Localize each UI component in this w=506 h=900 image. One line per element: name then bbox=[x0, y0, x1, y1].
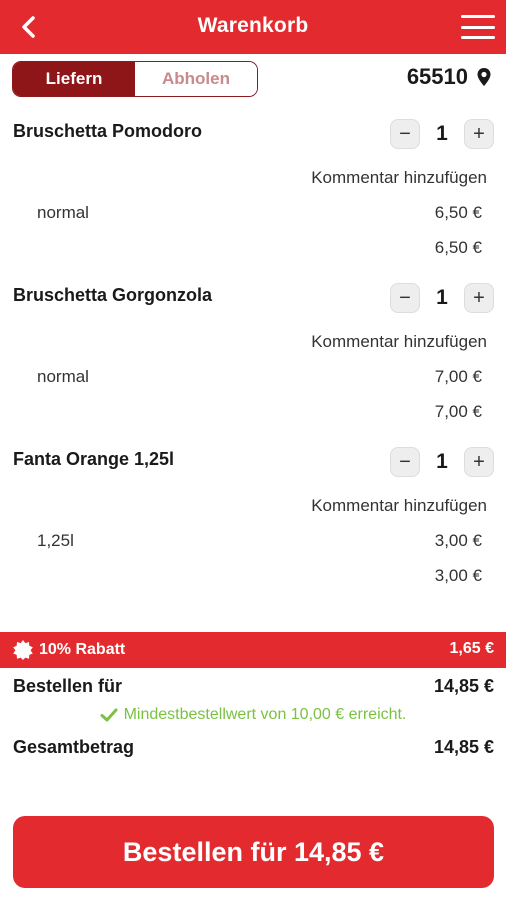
menu-button[interactable] bbox=[460, 12, 496, 42]
increase-quantity-button[interactable]: + bbox=[464, 119, 494, 149]
item-variant: 1,25l bbox=[37, 531, 74, 550]
minimum-order-notice: Mindestbestellwert von 10,00 € erreicht. bbox=[0, 706, 506, 724]
decrease-quantity-button[interactable]: − bbox=[390, 119, 420, 149]
item-total: 3,00 € bbox=[434, 566, 482, 585]
top-app-bar: Warenkorb bbox=[0, 0, 506, 54]
increase-quantity-button[interactable]: + bbox=[464, 283, 494, 313]
item-total: 6,50 € bbox=[434, 238, 482, 257]
item-name: Bruschetta Pomodoro bbox=[13, 121, 203, 141]
quantity-value: 1 bbox=[436, 122, 448, 145]
cart-item: Fanta Orange 1,25l − 1 + Kommentar hinzu… bbox=[0, 447, 506, 599]
discount-bar: 10% Rabatt 1,65 € bbox=[0, 632, 506, 668]
variant-price: 7,00 € bbox=[434, 367, 482, 386]
delivery-option[interactable]: Liefern bbox=[13, 62, 135, 96]
decrease-quantity-button[interactable]: − bbox=[390, 447, 420, 477]
quantity-stepper: − 1 + bbox=[390, 447, 494, 477]
pickup-option[interactable]: Abholen bbox=[135, 62, 257, 96]
add-comment-link[interactable]: Kommentar hinzufügen bbox=[311, 496, 487, 516]
location-pin-icon bbox=[477, 68, 491, 86]
postcode-value: 65510 bbox=[406, 64, 468, 89]
decrease-quantity-button[interactable]: − bbox=[390, 283, 420, 313]
checkmark-icon bbox=[100, 708, 118, 722]
item-name: Fanta Orange 1,25l bbox=[13, 449, 175, 469]
badge-icon bbox=[13, 640, 33, 660]
item-name: Bruschetta Gorgonzola bbox=[13, 285, 213, 305]
variant-price: 6,50 € bbox=[434, 203, 482, 222]
variant-price: 3,00 € bbox=[434, 531, 482, 550]
discount-amount: 1,65 € bbox=[449, 640, 494, 657]
total-label: Gesamtbetrag bbox=[13, 737, 135, 757]
quantity-value: 1 bbox=[436, 450, 448, 473]
add-comment-link[interactable]: Kommentar hinzufügen bbox=[311, 332, 487, 352]
discount-label: 10% Rabatt bbox=[39, 641, 126, 658]
quantity-stepper: − 1 + bbox=[390, 119, 494, 149]
minimum-order-text: Mindestbestellwert von 10,00 € erreicht. bbox=[123, 706, 407, 723]
item-variant: normal bbox=[37, 203, 89, 222]
item-variant: normal bbox=[37, 367, 89, 386]
place-order-button[interactable]: Bestellen für 14,85 € bbox=[13, 816, 494, 888]
item-total: 7,00 € bbox=[434, 402, 482, 421]
delivery-mode-toggle: Liefern Abholen bbox=[12, 61, 258, 97]
postcode-selector[interactable]: 65510 bbox=[407, 64, 492, 90]
cart-item: Bruschetta Gorgonzola − 1 + Kommentar hi… bbox=[0, 283, 506, 435]
add-comment-link[interactable]: Kommentar hinzufügen bbox=[311, 168, 487, 188]
increase-quantity-button[interactable]: + bbox=[464, 447, 494, 477]
quantity-stepper: − 1 + bbox=[390, 283, 494, 313]
page-title: Warenkorb bbox=[197, 14, 309, 37]
total-value: 14,85 € bbox=[433, 737, 494, 757]
quantity-value: 1 bbox=[436, 286, 448, 309]
cart-item: Bruschetta Pomodoro − 1 + Kommentar hinz… bbox=[0, 119, 506, 271]
hamburger-menu-icon bbox=[461, 15, 495, 18]
order-for-label: Bestellen für bbox=[13, 676, 123, 696]
order-for-value: 14,85 € bbox=[433, 676, 494, 696]
